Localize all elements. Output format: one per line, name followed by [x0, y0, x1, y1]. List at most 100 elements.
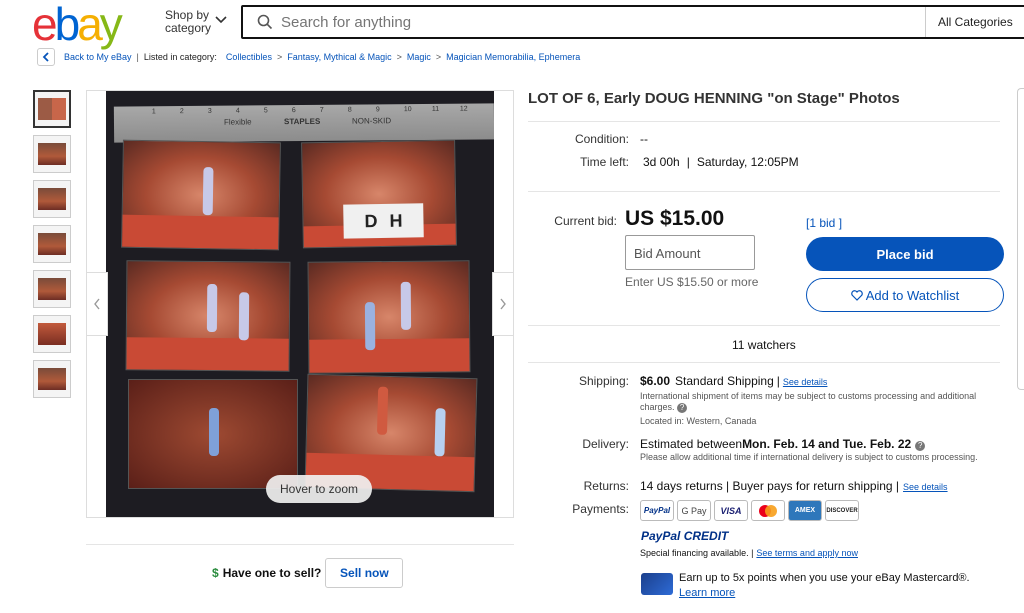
place-bid-button[interactable]: Place bid	[806, 237, 1004, 271]
previous-image-button[interactable]	[86, 272, 108, 336]
question-icon[interactable]: ?	[915, 441, 926, 451]
back-to-my-ebay-link[interactable]: Back to My eBay	[64, 52, 132, 62]
hover-to-zoom-hint: Hover to zoom	[266, 475, 372, 503]
photo-print	[307, 260, 471, 374]
bid-amount-input[interactable]: Bid Amount	[625, 235, 755, 270]
visa-icon: VISA	[714, 500, 748, 521]
back-button[interactable]	[37, 48, 55, 66]
ruler-number: 11	[431, 105, 440, 113]
ruler-number: 12	[459, 105, 468, 113]
item-location: Located in: Western, Canada	[640, 416, 757, 426]
condition-value: --	[640, 132, 648, 146]
thumbnail-3[interactable]	[33, 180, 71, 218]
search-bar: All Categories	[241, 5, 1024, 39]
divider	[528, 362, 1000, 363]
shop-by-category[interactable]: Shop by category	[165, 9, 227, 35]
side-panel-edge	[1017, 88, 1024, 390]
category-select[interactable]: All Categories	[925, 7, 1024, 37]
ebay-logo[interactable]: ebay	[32, 1, 123, 47]
shipping-label: Shipping:	[578, 374, 629, 388]
auction-end-time: Saturday, 12:05PM	[696, 155, 799, 169]
dollar-icon: $	[212, 566, 219, 580]
divider	[528, 191, 1000, 192]
discover-icon: DISCOVER	[825, 500, 859, 521]
ruler-number: 3	[207, 107, 212, 115]
google-pay-icon: G Pay	[677, 500, 711, 521]
time-left-label: Time left:	[580, 155, 629, 169]
shipping-see-details-link[interactable]: See details	[783, 377, 828, 387]
delivery-note: Please allow additional time if internat…	[640, 452, 978, 462]
ruler-number: 9	[375, 106, 380, 114]
mastercard-icon	[751, 500, 785, 521]
question-icon[interactable]: ?	[677, 403, 688, 413]
shipping-method: Standard Shipping	[675, 374, 774, 388]
main-image-viewer[interactable]: Flexible STAPLES NON-SKID 1 2 3 4 5 6 7 8 9 10 11 1…	[86, 90, 514, 518]
sell-prompt: $ Have one to sell? Sell now	[212, 558, 404, 588]
learn-more-link[interactable]: Learn more	[679, 587, 735, 599]
returns-policy: 14 days returns | Buyer pays for return …	[640, 479, 900, 493]
chevron-right-icon	[500, 298, 506, 310]
next-image-button[interactable]	[492, 272, 514, 336]
search-icon	[257, 14, 273, 30]
thumbnail-6[interactable]	[33, 315, 71, 353]
breadcrumb-item[interactable]: Collectibles	[226, 52, 272, 62]
current-bid-label: Current bid:	[554, 214, 617, 228]
paypal-credit-logo: PayPal CREDIT	[641, 529, 729, 543]
returns-see-details-link[interactable]: See details	[903, 482, 948, 492]
photo-print	[128, 379, 298, 489]
breadcrumb: Back to My eBay | Listed in category: Co…	[37, 47, 580, 67]
divider	[86, 544, 514, 545]
search-input[interactable]	[281, 13, 921, 31]
photo-print	[121, 139, 281, 251]
divider	[528, 325, 1000, 326]
breadcrumb-item[interactable]: Magician Memorabilia, Ephemera	[446, 52, 580, 62]
divider	[528, 121, 1000, 122]
listing-title: LOT OF 6, Early DOUG HENNING "on Stage" …	[528, 90, 900, 107]
financing-text: Special financing available. |	[640, 548, 754, 558]
photo-print: DH	[301, 139, 457, 249]
thumbnail-4[interactable]	[33, 225, 71, 263]
bid-hint: Enter US $15.50 or more	[625, 275, 759, 289]
ruler-number: 5	[263, 107, 268, 115]
thumbnail-7[interactable]	[33, 360, 71, 398]
listed-in-label: Listed in category:	[143, 52, 217, 62]
breadcrumb-item[interactable]: Fantasy, Mythical & Magic	[287, 52, 391, 62]
heart-icon	[850, 289, 863, 301]
shipping-price: $6.00	[640, 374, 671, 388]
chevron-left-icon	[42, 52, 49, 62]
payments-label: Payments:	[572, 502, 629, 516]
thumbnail-list	[33, 90, 71, 405]
ruler-number: 4	[235, 107, 240, 115]
bid-count-link[interactable]: [1 bid ]	[806, 216, 842, 230]
chevron-down-icon	[215, 15, 227, 28]
intl-shipping-note: International shipment of items may be s…	[640, 391, 977, 413]
watchers-count: 11 watchers	[732, 338, 796, 352]
time-left-value: 3d 00h	[643, 155, 680, 169]
add-to-watchlist-button[interactable]: Add to Watchlist	[806, 278, 1004, 312]
ruler-number: 2	[179, 108, 184, 116]
product-photo: Flexible STAPLES NON-SKID 1 2 3 4 5 6 7 8 9 10 11 1…	[106, 91, 494, 517]
breadcrumb-item[interactable]: Magic	[407, 52, 431, 62]
chevron-left-icon	[94, 298, 100, 310]
ruler-number: 1	[151, 108, 156, 116]
paypal-icon: PayPal	[640, 500, 674, 521]
condition-label: Condition:	[574, 132, 629, 146]
delivery-dates: Mon. Feb. 14 and Tue. Feb. 22	[742, 437, 912, 451]
thumbnail-2[interactable]	[33, 135, 71, 173]
returns-label: Returns:	[583, 479, 629, 493]
ruler-number: 8	[347, 106, 352, 114]
ruler-image: Flexible STAPLES NON-SKID 1 2 3 4 5 6 7 8 9 10 11 1…	[113, 103, 494, 143]
sell-now-button[interactable]: Sell now	[325, 558, 404, 588]
current-bid-price: US $15.00	[625, 207, 725, 230]
delivery-label: Delivery:	[582, 437, 629, 451]
payment-methods: PayPal G Pay VISA AMEX DISCOVER	[640, 500, 859, 521]
amex-icon: AMEX	[788, 500, 822, 521]
ruler-number: 10	[403, 106, 412, 114]
thumbnail-1[interactable]	[33, 90, 71, 128]
photo-print	[125, 260, 291, 372]
ruler-number: 7	[319, 106, 324, 114]
ebay-mastercard-icon	[641, 573, 673, 595]
thumbnail-5[interactable]	[33, 270, 71, 308]
ruler-number: 6	[291, 107, 296, 115]
financing-terms-link[interactable]: See terms and apply now	[756, 548, 858, 558]
